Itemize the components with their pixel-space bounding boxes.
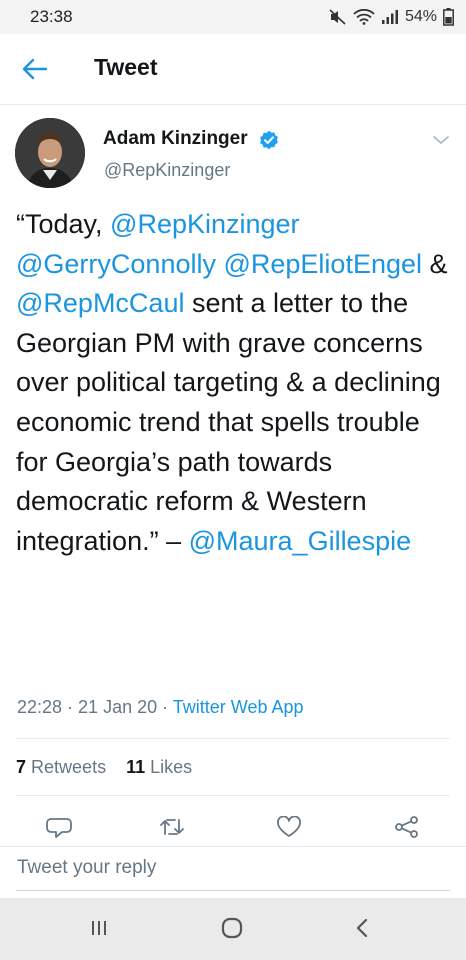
retweets-label: Retweets xyxy=(31,757,107,777)
reply-icon[interactable] xyxy=(46,816,72,838)
arrow-left-icon xyxy=(22,58,48,80)
divider xyxy=(16,795,450,796)
battery-percent: 54% xyxy=(404,8,437,25)
page-title: Tweet xyxy=(94,54,158,80)
mute-icon xyxy=(329,9,346,25)
tweet-meta: 22:28 · 21 Jan 20 · Twitter Web App xyxy=(17,697,304,718)
tweet-text-segment: & xyxy=(422,248,448,279)
reply-underline xyxy=(16,890,450,891)
back-nav-button[interactable] xyxy=(347,916,377,940)
tweet-time: 22:28 xyxy=(17,697,63,717)
reply-bar: Tweet your reply xyxy=(0,846,466,895)
author-name[interactable]: Adam Kinzinger xyxy=(103,128,248,150)
tweet-source[interactable]: Twitter Web App xyxy=(173,697,304,717)
tweet-text-segment: “Today, xyxy=(16,209,111,239)
likes-stat[interactable]: 11 Likes xyxy=(126,757,192,777)
avatar[interactable] xyxy=(15,118,85,188)
battery-icon xyxy=(443,8,454,26)
like-icon[interactable] xyxy=(276,816,302,838)
chevron-down-icon[interactable] xyxy=(432,133,450,147)
mention-link[interactable]: @RepMcCaul xyxy=(16,288,184,318)
status-icons: 54% xyxy=(329,5,454,29)
likes-label: Likes xyxy=(150,757,193,777)
author-handle[interactable]: @RepKinzinger xyxy=(104,160,230,181)
tweet-text-segment: sent a letter to the Georgian PM with gr… xyxy=(16,288,441,556)
app-bar: Tweet xyxy=(0,34,466,105)
verified-badge-icon xyxy=(260,130,278,150)
meta-separator: · xyxy=(157,697,173,717)
retweets-stat[interactable]: 7 Retweets xyxy=(16,757,106,777)
wifi-icon xyxy=(353,9,375,25)
recent-apps-button[interactable] xyxy=(84,916,114,940)
tweet-stats: 7 Retweets 11 Likes xyxy=(16,757,192,778)
avatar-image xyxy=(15,118,85,188)
status-time: 23:38 xyxy=(30,7,73,26)
signal-icon xyxy=(381,10,398,24)
tweet-text: “Today, @RepKinzinger @GerryConnolly @Re… xyxy=(16,205,456,561)
mention-link[interactable]: @GerryConnolly xyxy=(16,249,216,279)
retweets-count: 7 xyxy=(16,757,27,777)
recent-apps-icon xyxy=(92,921,106,935)
tweet-date: 21 Jan 20 xyxy=(78,697,158,717)
tweet-actions xyxy=(0,808,466,844)
likes-count: 11 xyxy=(126,757,146,777)
mention-link[interactable]: @RepEliotEngel xyxy=(223,249,422,279)
status-bar: 23:38 54% xyxy=(0,0,466,34)
share-icon[interactable] xyxy=(394,816,420,838)
home-icon xyxy=(221,917,243,939)
reply-input[interactable]: Tweet your reply xyxy=(17,857,156,879)
back-button[interactable] xyxy=(20,56,50,82)
mention-link[interactable]: @Maura_Gillespie xyxy=(189,526,412,556)
home-button[interactable] xyxy=(217,916,247,940)
divider xyxy=(16,738,450,739)
meta-separator: · xyxy=(62,697,79,717)
system-nav-bar xyxy=(0,898,466,960)
mention-link[interactable]: @RepKinzinger xyxy=(110,209,300,239)
retweet-icon[interactable] xyxy=(159,816,185,838)
back-nav-icon xyxy=(356,918,368,938)
